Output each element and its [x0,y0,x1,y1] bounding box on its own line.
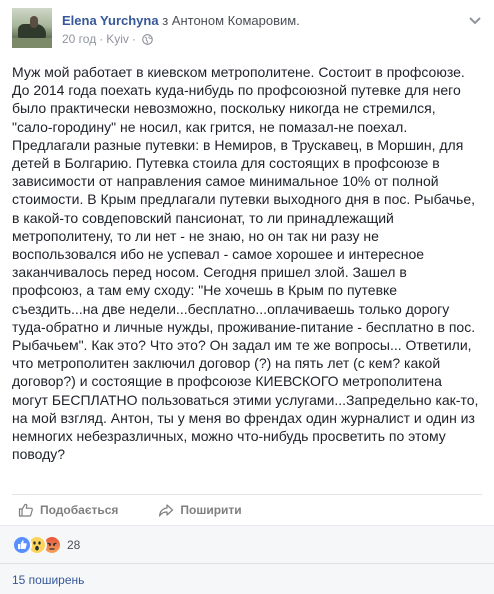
globe-icon[interactable] [142,33,153,45]
post-location[interactable]: Kyiv [106,32,129,46]
chevron-down-icon[interactable] [468,16,482,26]
tagged-with[interactable]: з Антоном Комаровим. [162,13,300,28]
like-reaction-icon [12,535,32,555]
author-line: Elena Yurchyna з Антоном Комаровим. [62,13,300,29]
share-button-label: Поширити [180,503,242,517]
post-meta: 20 год · Kyiv · [62,32,300,46]
post-card: Elena Yurchyna з Антоном Комаровим. 20 г… [0,0,494,594]
reactions-summary[interactable]: 28 [12,535,80,555]
shares-bar: 15 поширень [0,563,494,594]
reaction-count: 28 [67,538,81,552]
share-arrow-icon [159,504,174,517]
post-body: Муж мой работает в киевском метрополитен… [12,64,479,463]
reactions-bar: 28 [0,525,494,563]
like-button-label: Подобається [40,503,119,517]
avatar[interactable] [12,8,52,48]
meta-separator-2: · [131,32,136,46]
post-header-text: Elena Yurchyna з Антоном Комаровим. 20 г… [62,8,300,46]
post-time[interactable]: 20 год [62,32,96,46]
shares-count-link[interactable]: 15 поширень [12,573,84,587]
post-actions: Подобається Поширити [12,494,482,525]
thumbs-up-icon [18,503,33,517]
like-button[interactable]: Подобається [18,502,118,518]
meta-separator: · [99,32,104,46]
author-name[interactable]: Elena Yurchyna [62,13,159,28]
share-button[interactable]: Поширити [158,502,242,518]
post-header: Elena Yurchyna з Антоном Комаровим. 20 г… [12,8,300,52]
